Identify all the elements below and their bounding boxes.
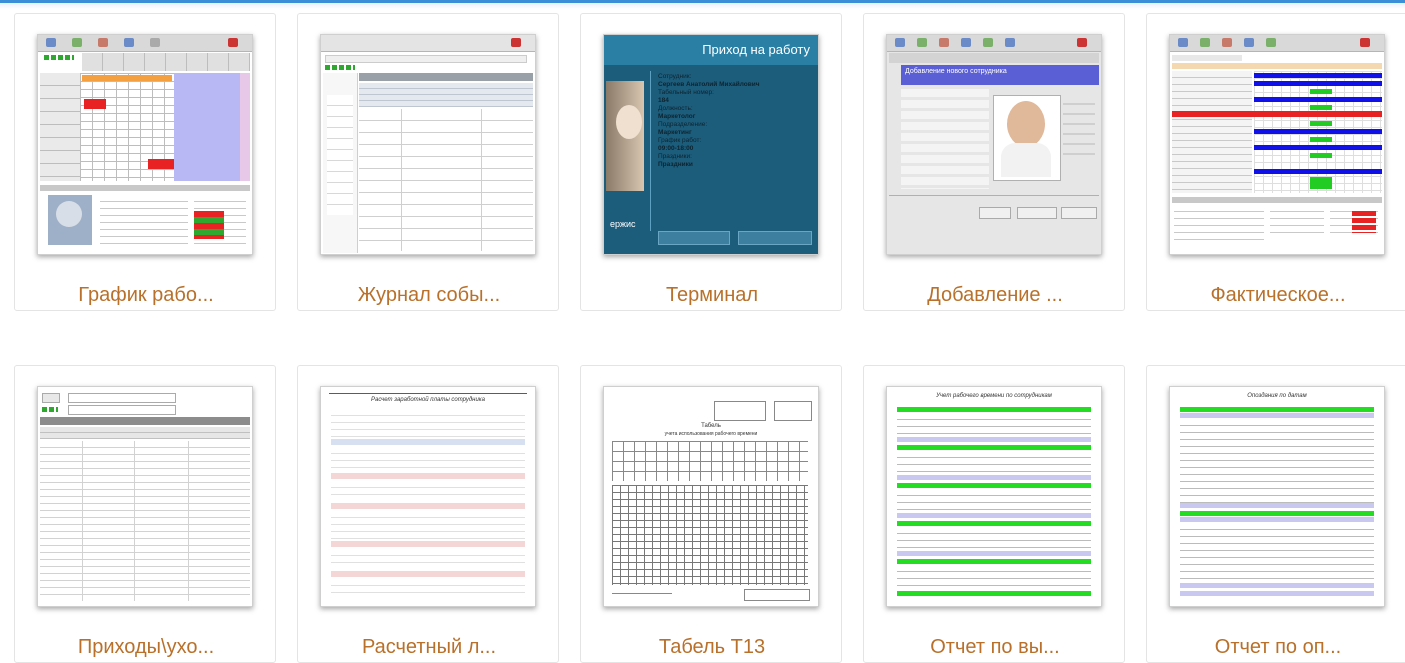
gallery-card-event-log[interactable]: Журнал собы... bbox=[297, 13, 559, 311]
caption-terminal[interactable]: Терминал bbox=[581, 282, 843, 308]
caption-add-employee[interactable]: Добавление ... bbox=[864, 282, 1126, 308]
gallery-card-payslip[interactable]: Расчет заработной платы сотрудника Расче… bbox=[297, 365, 559, 663]
gallery-card-report-late[interactable]: Опоздания по датам Отчет по оп... bbox=[1146, 365, 1405, 663]
dialog-button bbox=[1061, 207, 1097, 219]
toolbar bbox=[321, 35, 535, 52]
thumbnail-arrivals[interactable] bbox=[37, 386, 253, 607]
caption-event-log[interactable]: Журнал собы... bbox=[298, 282, 560, 308]
caption-timesheet-t13[interactable]: Табель Т13 bbox=[581, 634, 843, 660]
toolbar bbox=[1170, 35, 1384, 52]
gallery-card-arrivals[interactable]: Приходы\ухо... bbox=[14, 365, 276, 663]
thumbnail-add-employee[interactable]: Добавление нового сотрудника bbox=[886, 34, 1102, 255]
caption-report-late[interactable]: Отчет по оп... bbox=[1147, 634, 1405, 660]
gallery-card-report-hours[interactable]: Учет рабочего времени по сотрудникам Отч… bbox=[863, 365, 1125, 663]
terminal-title: Приход на работу bbox=[702, 42, 810, 57]
terminal-button bbox=[738, 231, 812, 245]
thumbnail-actual-time[interactable] bbox=[1169, 34, 1385, 255]
caption-report-hours[interactable]: Отчет по вы... bbox=[864, 634, 1126, 660]
thumbnail-event-log[interactable] bbox=[320, 34, 536, 255]
payslip-title: Расчет заработной платы сотрудника bbox=[371, 397, 485, 403]
thumbnail-timesheet-t13[interactable]: Табель учета использования рабочего врем… bbox=[603, 386, 819, 607]
caption-arrivals[interactable]: Приходы\ухо... bbox=[15, 634, 277, 660]
report-title: Учет рабочего времени по сотрудникам bbox=[936, 393, 1052, 399]
dialog-header: Добавление нового сотрудника bbox=[905, 68, 1007, 75]
toolbar bbox=[887, 35, 1101, 52]
caption-schedule[interactable]: График рабо... bbox=[15, 282, 277, 308]
gallery-card-add-employee[interactable]: Добавление нового сотрудника Добавление … bbox=[863, 13, 1125, 311]
screenshot-gallery: График рабо... Журнал собы... Приход на … bbox=[0, 0, 1405, 663]
thumbnail-schedule[interactable] bbox=[37, 34, 253, 255]
thumbnail-report-hours[interactable]: Учет рабочего времени по сотрудникам bbox=[886, 386, 1102, 607]
tabel-subtitle: учета использования рабочего времени bbox=[664, 431, 758, 437]
gallery-card-schedule[interactable]: График рабо... bbox=[14, 13, 276, 311]
gallery-card-terminal[interactable]: Приход на работу Сотрудник: Сергеев Анат… bbox=[580, 13, 842, 311]
tabel-title: Табель bbox=[701, 423, 721, 429]
caption-actual-time[interactable]: Фактическое... bbox=[1147, 282, 1405, 308]
toolbar bbox=[38, 35, 252, 52]
thumbnail-report-late[interactable]: Опоздания по датам bbox=[1169, 386, 1385, 607]
dialog-button bbox=[979, 207, 1011, 219]
thumbnail-payslip[interactable]: Расчет заработной платы сотрудника bbox=[320, 386, 536, 607]
report-title: Опоздания по датам bbox=[1247, 393, 1307, 399]
caption-payslip[interactable]: Расчетный л... bbox=[298, 634, 560, 660]
gallery-card-actual-time[interactable]: Фактическое... bbox=[1146, 13, 1405, 311]
terminal-button bbox=[658, 231, 730, 245]
thumbnail-terminal[interactable]: Приход на работу Сотрудник: Сергеев Анат… bbox=[603, 34, 819, 255]
dialog-button bbox=[1017, 207, 1057, 219]
gallery-card-timesheet-t13[interactable]: Табель учета использования рабочего врем… bbox=[580, 365, 842, 663]
